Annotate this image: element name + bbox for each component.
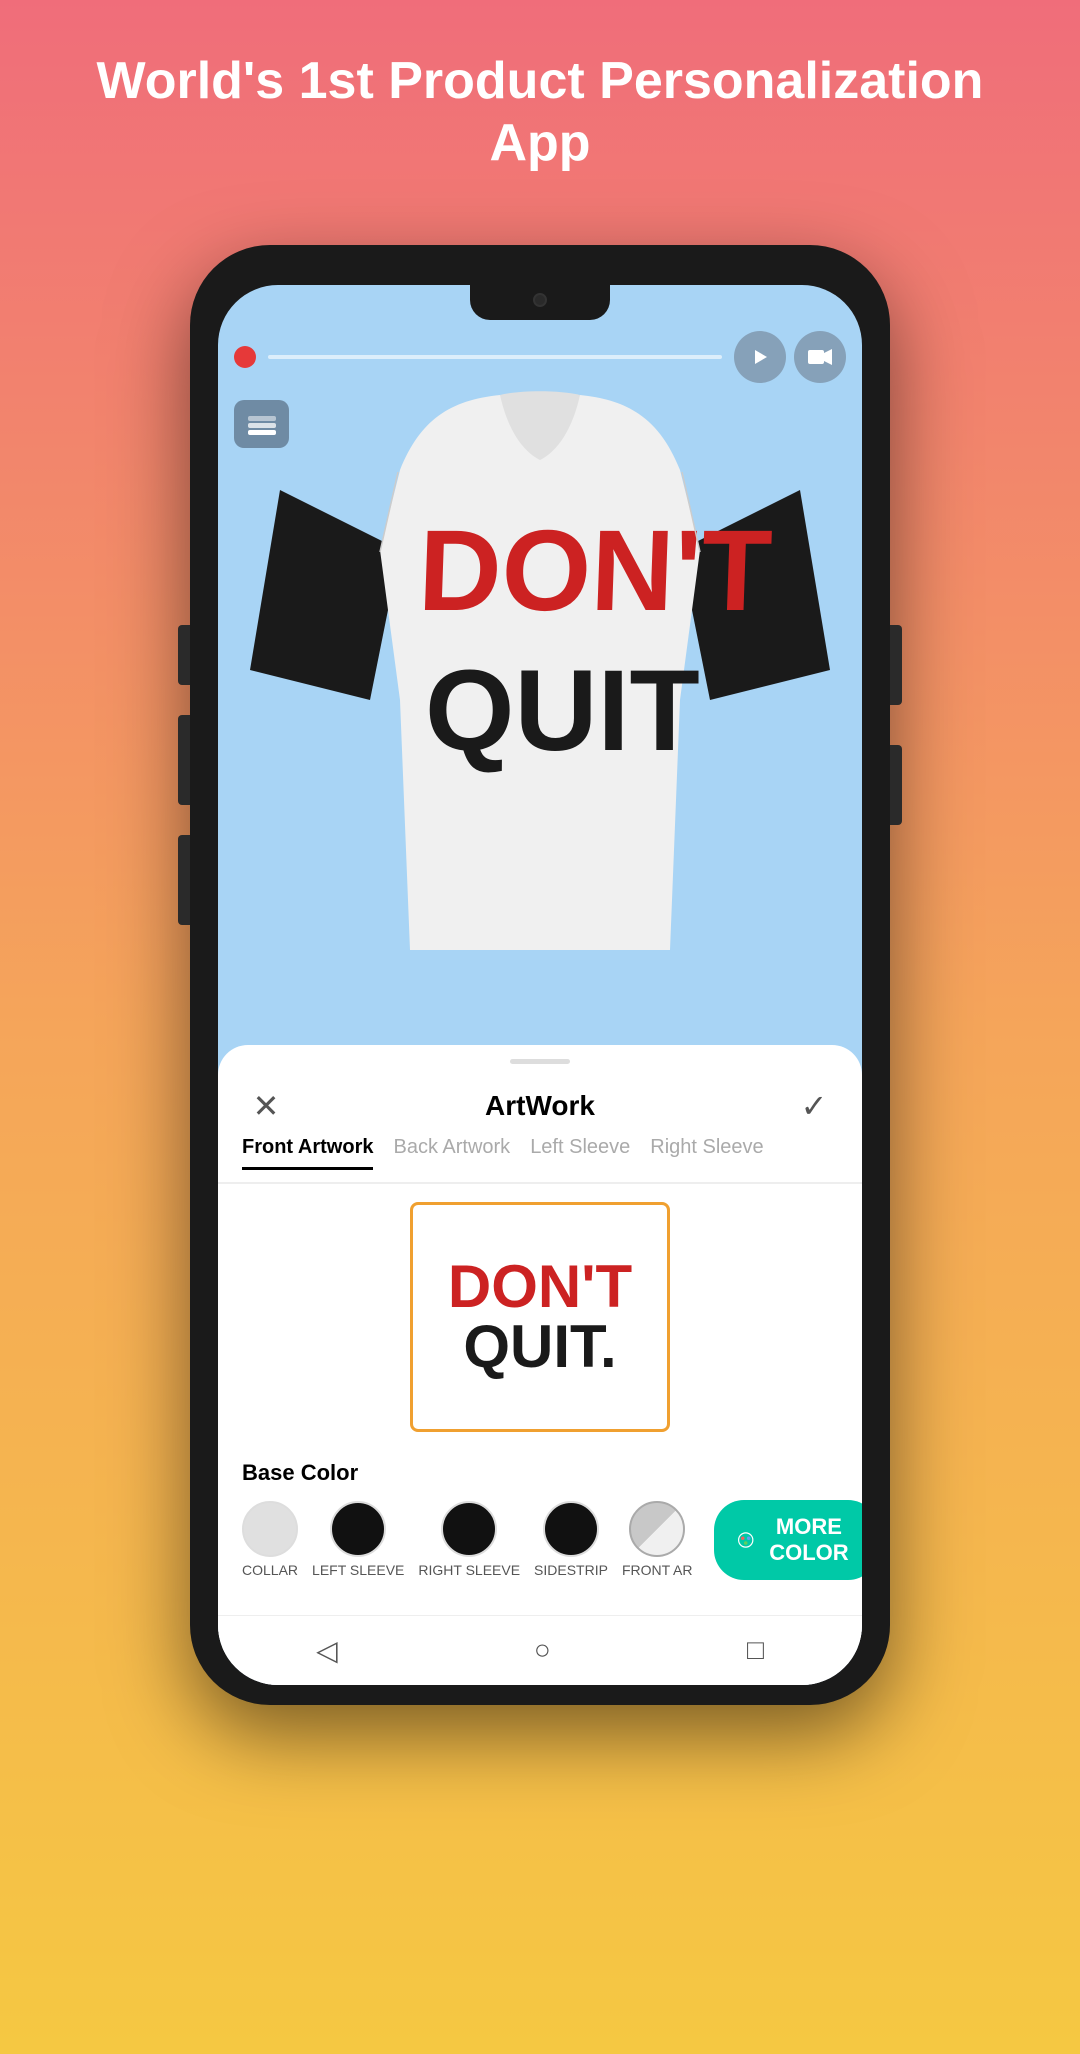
tab-back-artwork[interactable]: Back Artwork: [393, 1136, 510, 1170]
tab-right-sleeve[interactable]: Right Sleeve: [650, 1136, 763, 1170]
swatch-circle-front-artwork: [629, 1501, 685, 1557]
page-title: World's 1st Product Personalization App: [0, 0, 1080, 235]
swatch-circle-sidestrip: [543, 1501, 599, 1557]
base-color-section: Base Color COLLAR LEFT SLEEVE: [218, 1450, 862, 1594]
swatch-circle-right-sleeve: [441, 1501, 497, 1557]
swatch-label-collar: COLLAR: [242, 1562, 298, 1578]
tab-left-sleeve[interactable]: Left Sleeve: [530, 1136, 630, 1170]
tshirt-image: DON'T QUIT: [250, 390, 830, 955]
panel-title: ArtWork: [286, 1090, 794, 1122]
back-nav-icon[interactable]: ◁: [316, 1634, 338, 1667]
phone-device: DON'T QUIT ✕ ArtWork ✓ Front Ar: [190, 245, 890, 1725]
volume-button-right: [890, 745, 902, 825]
artwork-preview-text: DON'T QUIT.: [438, 1247, 642, 1387]
close-button[interactable]: ✕: [246, 1086, 286, 1126]
base-color-label: Base Color: [242, 1460, 838, 1486]
progress-track: [268, 355, 722, 359]
palette-icon: [738, 1527, 753, 1553]
swatch-circle-left-sleeve: [330, 1501, 386, 1557]
more-color-button[interactable]: MORE COLOR: [714, 1500, 862, 1580]
swatch-label-front-artwork: FRONT AR: [622, 1562, 693, 1578]
artwork-tabs: Front Artwork Back Artwork Left Sleeve R…: [218, 1126, 862, 1170]
progress-dot: [234, 346, 256, 368]
artwork-preview[interactable]: DON'T QUIT.: [410, 1202, 670, 1432]
dont-text: DON'T: [448, 1257, 632, 1317]
panel-header: ✕ ArtWork ✓: [218, 1064, 862, 1126]
swatch-front-artwork[interactable]: FRONT AR: [622, 1501, 693, 1578]
swatch-right-sleeve[interactable]: RIGHT SLEEVE: [418, 1501, 520, 1578]
swatch-circle-collar: [242, 1501, 298, 1557]
color-swatches: COLLAR LEFT SLEEVE RIGHT SLEEVE: [242, 1500, 838, 1580]
swatch-label-left-sleeve: LEFT SLEEVE: [312, 1562, 404, 1578]
tab-front-artwork[interactable]: Front Artwork: [242, 1136, 373, 1170]
swatch-label-right-sleeve: RIGHT SLEEVE: [418, 1562, 520, 1578]
swatch-label-sidestrip: SIDESTRIP: [534, 1562, 608, 1578]
swatch-left-sleeve[interactable]: LEFT SLEEVE: [312, 1501, 404, 1578]
quit-text: QUIT.: [448, 1317, 632, 1377]
swatch-sidestrip[interactable]: SIDESTRIP: [534, 1501, 608, 1578]
phone-notch: [470, 285, 610, 320]
play-button[interactable]: [734, 331, 786, 383]
more-color-label: MORE COLOR: [764, 1514, 854, 1566]
mute-button: [178, 625, 190, 685]
svg-text:QUIT: QUIT: [425, 647, 700, 775]
svg-text:DON'T: DON'T: [416, 507, 774, 635]
phone-screen: DON'T QUIT ✕ ArtWork ✓ Front Ar: [218, 285, 862, 1685]
check-button[interactable]: ✓: [794, 1086, 834, 1126]
layers-button[interactable]: [234, 400, 289, 448]
bottom-panel: ✕ ArtWork ✓ Front Artwork Back Artwork L…: [218, 1045, 862, 1685]
video-button[interactable]: [794, 331, 846, 383]
swatch-collar[interactable]: COLLAR: [242, 1501, 298, 1578]
volume-up-button: [178, 715, 190, 805]
camera-icon: [533, 293, 547, 307]
volume-down-button: [178, 835, 190, 925]
tshirt-display-area: DON'T QUIT: [218, 320, 862, 1080]
power-button: [890, 625, 902, 705]
home-nav-icon[interactable]: ○: [534, 1634, 551, 1666]
recents-nav-icon[interactable]: □: [747, 1634, 764, 1666]
phone-nav-bar: ◁ ○ □: [218, 1615, 862, 1685]
progress-bar-area: [218, 330, 862, 385]
